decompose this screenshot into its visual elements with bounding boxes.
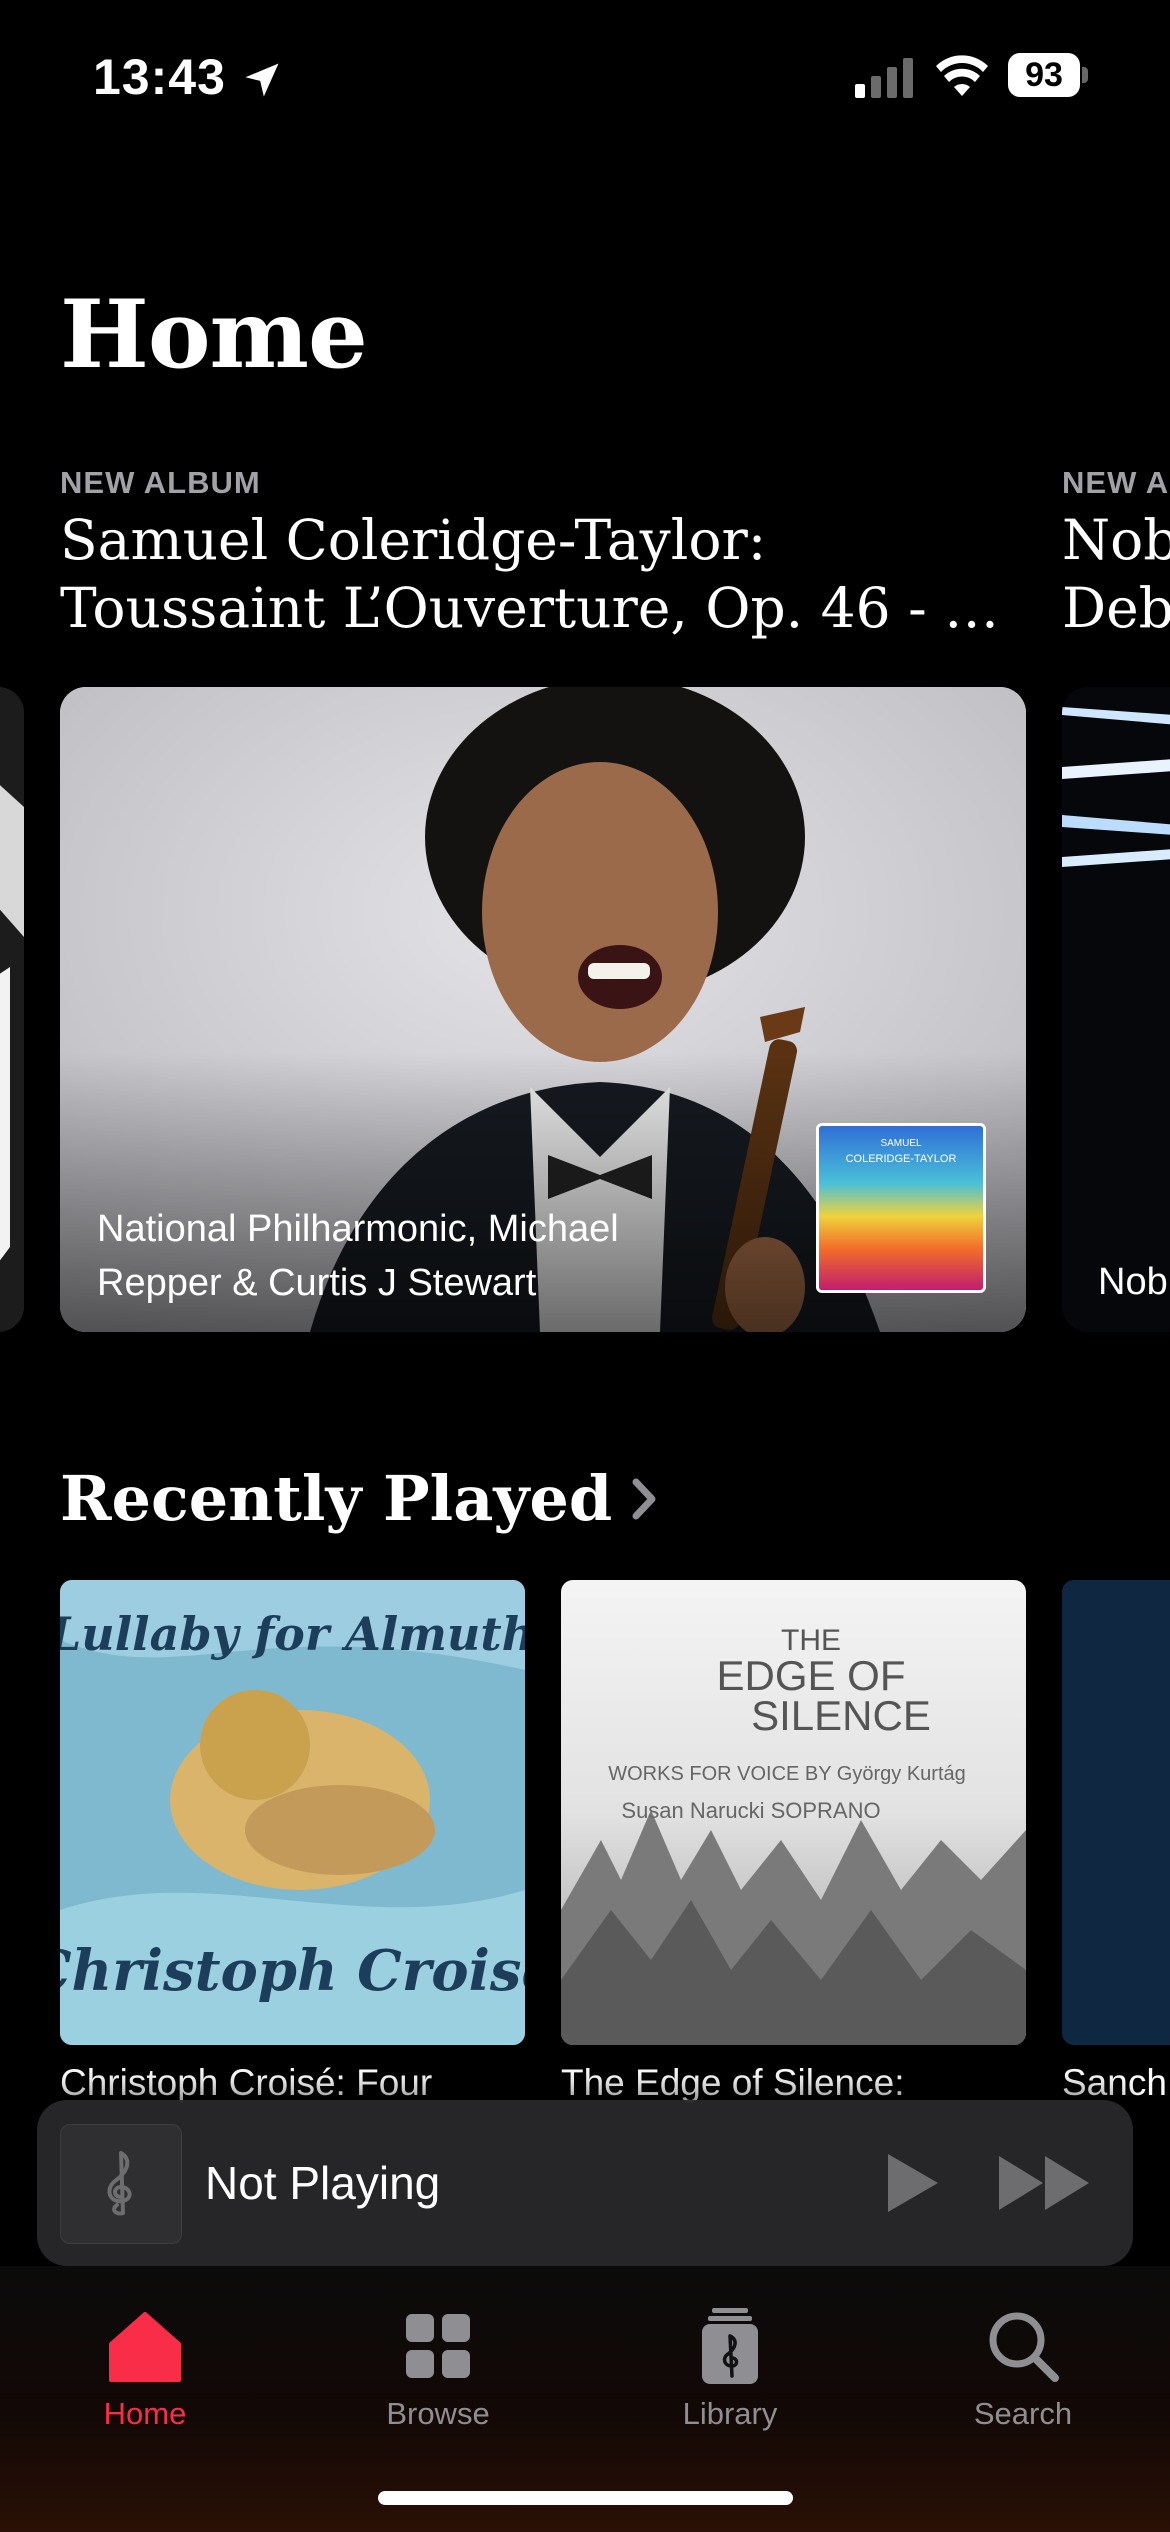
featured-title-line1[interactable]: Samuel Coleridge-Taylor: (60, 506, 1030, 574)
album-caption-partial[interactable]: Sanch (1062, 2062, 1170, 2104)
featured-album-cover[interactable]: SAMUEL COLERIDGE-TAYLOR (816, 1123, 986, 1293)
home-indicator[interactable] (378, 2491, 793, 2505)
featured-eyebrow: NEW ALBUM (60, 465, 261, 500)
tab-browse-label: Browse (386, 2396, 490, 2431)
play-icon[interactable] (882, 2150, 942, 2216)
battery-icon: 93 (1008, 53, 1090, 99)
tab-library[interactable]: Library (630, 2306, 830, 2432)
status-bar: 13:43 93 (0, 0, 1170, 150)
status-time: 13:43 (93, 49, 226, 105)
cover-line3-edge: SILENCE (751, 1692, 931, 1739)
grid-icon (406, 2314, 470, 2378)
featured-title-line2[interactable]: Toussaint L’Ouverture, Op. 46 - B… (60, 574, 1030, 642)
featured-artist: National Philharmonic, Michael Repper & … (97, 1202, 717, 1310)
next-featured-artist: Nob (1098, 1261, 1168, 1303)
featured-artist-line1: National Philharmonic, Michael (97, 1208, 619, 1250)
library-icon (702, 2308, 758, 2384)
fast-forward-icon[interactable] (997, 2154, 1092, 2212)
tab-home[interactable]: Home (45, 2306, 245, 2432)
mini-player-artwork (60, 2124, 182, 2244)
next-featured-title-line2[interactable]: Deb (1062, 574, 1170, 642)
wifi-icon (936, 55, 988, 96)
magnifier-icon (989, 2312, 1059, 2382)
tab-home-label: Home (103, 2396, 187, 2431)
cover-text-top: SAMUEL (880, 1138, 922, 1149)
tab-browse[interactable]: Browse (338, 2306, 538, 2432)
location-arrow-icon (245, 63, 279, 97)
album-tile-partial[interactable] (1062, 1580, 1170, 2045)
tab-library-label: Library (682, 2396, 778, 2431)
cover-sub2-edge: Susan Narucki SOPRANO (621, 1798, 880, 1823)
battery-level: 93 (1008, 53, 1080, 97)
cover-sub1-edge: WORKS FOR VOICE BY György Kurtág (608, 1763, 966, 1785)
chevron-right-icon (632, 1478, 656, 1519)
recently-played-header[interactable]: Recently Played (60, 1462, 660, 1535)
cover-title-lullaby: Lullaby for Almuth (60, 1607, 525, 1661)
cellular-signal-icon (855, 58, 913, 98)
treble-clef-icon (107, 2151, 132, 2216)
featured-artist-line2: Repper & Curtis J Stewart (97, 1262, 537, 1304)
house-icon (109, 2312, 181, 2382)
recently-played-title: Recently Played (60, 1462, 613, 1535)
album-tile-edge-of-silence[interactable]: THE EDGE OF SILENCE WORKS FOR VOICE BY G… (561, 1580, 1026, 2045)
tab-search[interactable]: Search (923, 2306, 1123, 2432)
featured-card-previous[interactable] (0, 687, 24, 1332)
album-caption-lullaby[interactable]: Christoph Croisé: Four (60, 2062, 525, 2104)
next-featured-eyebrow: NEW A (1062, 465, 1170, 500)
next-featured-title-line1[interactable]: Nob (1062, 506, 1170, 574)
mini-player[interactable]: Not Playing (37, 2100, 1133, 2266)
featured-card-next[interactable]: Nob (1062, 687, 1170, 1332)
album-caption-edge-of-silence[interactable]: The Edge of Silence: (561, 2062, 1026, 2104)
tab-search-label: Search (973, 2396, 1073, 2431)
cover-text-name: COLERIDGE-TAYLOR (846, 1153, 957, 1165)
album-tile-lullaby[interactable]: Lullaby for Almuth Christoph Croisé (60, 1580, 525, 2045)
featured-album-card[interactable]: National Philharmonic, Michael Repper & … (60, 687, 1026, 1332)
page-title: Home (60, 280, 368, 390)
cover-artist-croise: Christoph Croisé (60, 1938, 525, 2004)
now-playing-label: Not Playing (205, 2157, 441, 2209)
